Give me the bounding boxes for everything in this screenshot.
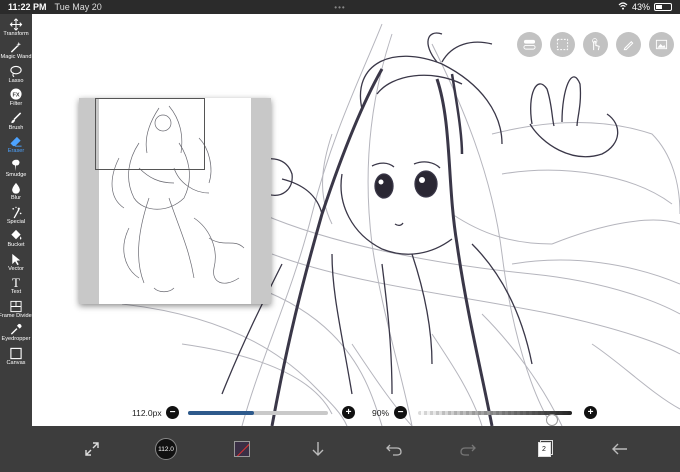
navigator-panel[interactable] [79,98,271,304]
redo-icon [460,444,476,456]
tool-label: Text [10,289,22,296]
navigator-viewport-frame[interactable] [95,98,205,170]
tool-vector[interactable]: Vector [0,251,32,275]
brush-size-value: 112.0 [155,438,177,460]
opacity-label: 90% [372,408,390,418]
opacity-decrease-button[interactable]: − [394,406,407,419]
wifi-icon [618,2,628,12]
tool-label: Frame Divider [0,312,34,319]
status-date: Tue May 20 [54,2,102,12]
drawing-canvas[interactable] [32,14,680,426]
tool-canvas[interactable]: Canvas [0,345,32,369]
tool-smudge[interactable]: Smudge [0,157,32,181]
svg-text:T: T [12,276,20,289]
brush-size-slider[interactable] [188,411,328,415]
tool-label: Transform [3,30,29,37]
tool-bucket[interactable]: Bucket [0,228,32,252]
top-right-buttons [517,32,674,57]
brush-size-button[interactable]: 112.0 [154,437,178,461]
tool-label: Smudge [5,171,27,178]
tool-label: Brush [8,124,24,131]
canvas-icon [8,347,24,360]
tool-label: Bucket [7,242,25,249]
tool-label: Special [6,218,26,225]
back-button[interactable] [608,437,632,461]
download-button[interactable] [306,437,330,461]
tool-label: Eraser [7,148,25,155]
tool-label: Canvas [6,359,26,366]
move-arrows-icon [8,17,24,31]
tool-lasso[interactable]: Lasso [0,63,32,87]
tool-label: Vector [8,265,24,272]
frame-divider-icon [8,300,24,313]
bottom-toolbar: 112.0 2 [32,426,680,472]
eraser-icon [8,135,24,148]
selection-icon[interactable] [550,32,575,57]
layers-button[interactable]: 2 [532,437,556,461]
undo-button[interactable] [382,437,406,461]
layer-count: 2 [537,441,551,457]
color-button[interactable] [230,437,254,461]
battery-icon [654,3,672,11]
status-time: 11:22 PM [8,2,47,12]
tool-frame-divider[interactable]: Frame Divider [0,298,34,322]
sparkle-icon [8,206,24,219]
tool-special[interactable]: Special [0,204,32,228]
brush-slider-row: 112.0px − + 90% − + [130,404,600,426]
opacity-slider-knob[interactable] [545,414,558,426]
fx-icon: FX [8,88,24,101]
reference-image-icon[interactable] [649,32,674,57]
cursor-icon [8,253,24,266]
eyedropper-icon [8,323,24,336]
size-increase-button[interactable]: + [342,406,355,419]
tool-magic-wand[interactable]: Magic Wand [0,40,32,64]
tool-filter[interactable]: FX Filter [0,87,32,111]
undo-icon [386,444,402,456]
lasso-icon [8,65,24,78]
quick-menu-button[interactable] [80,437,104,461]
battery-percent: 43% [631,2,650,12]
tool-eyedropper[interactable]: Eyedropper [0,322,32,346]
arrow-down-icon [312,442,324,456]
brush-size-label: 112.0px [132,408,162,418]
opacity-slider[interactable] [418,411,572,426]
tool-label: Filter [9,101,23,108]
current-color-swatch [234,441,250,457]
bucket-icon [8,229,24,242]
status-bar: 11:22 PM Tue May 20 ••• 43% [0,0,680,14]
tool-transform[interactable]: Transform [0,16,32,40]
tool-eraser[interactable]: Eraser [0,134,32,158]
magic-wand-icon [8,41,24,54]
tool-label: Blur [11,195,21,202]
smudge-icon [8,159,24,172]
size-decrease-button[interactable]: − [166,406,179,419]
drop-icon [8,182,24,195]
tool-sidebar: Transform Magic Wand Lasso FX Filter Brush Era… [0,14,34,472]
tool-blur[interactable]: Blur [0,181,32,205]
opacity-increase-button[interactable]: + [584,406,597,419]
tool-label: Lasso [8,77,24,84]
tool-text[interactable]: T Text [0,275,32,299]
tool-label: Magic Wand [0,54,32,61]
multitask-dots[interactable]: ••• [334,3,345,12]
arrow-left-icon [612,443,627,455]
redo-button[interactable] [456,437,480,461]
touch-icon[interactable] [583,32,608,57]
expand-arrows-icon [85,442,99,456]
tool-brush[interactable]: Brush [0,110,32,134]
pen-icon[interactable] [616,32,641,57]
svg-text:FX: FX [12,93,19,99]
layer-toggle-icon[interactable] [517,32,542,57]
text-icon: T [8,276,24,289]
brush-icon [8,112,24,125]
tool-label: Eyedropper [1,336,31,343]
